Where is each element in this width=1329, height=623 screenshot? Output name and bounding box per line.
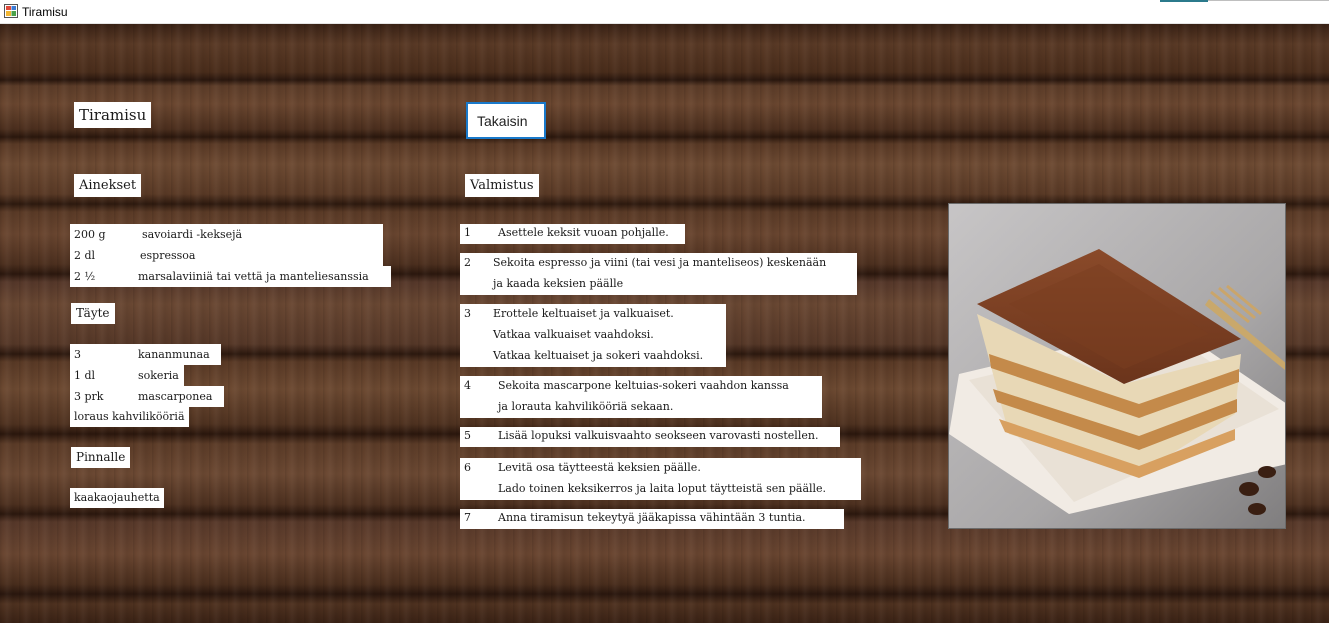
method-step: 6 Levitä osa täytteestä keksien päälle. … [460, 458, 861, 500]
ingredient-name: mascarponea [138, 390, 213, 403]
list-item: 2 dl espressoa [70, 245, 200, 266]
step-text: Vatkaa keltuaiset ja sokeri vaahdoksi. [493, 349, 704, 362]
step-text: Vatkaa valkuaiset vaahdoksi. [493, 328, 654, 341]
base-ingredients-list: 200 g savoiardi -keksejä 2 dl espressoa … [70, 224, 391, 287]
ingredient-qty: 3 [74, 348, 81, 361]
filling-heading: Täyte [71, 303, 115, 324]
step-text: Lisää lopuksi valkuisvaahto seokseen var… [498, 429, 819, 442]
method-heading: Valmistus [465, 174, 539, 197]
window-title: Tiramisu [22, 5, 68, 19]
ingredient-qty: 2 dl [74, 249, 96, 262]
step-number: 7 [464, 511, 471, 524]
step-number: 1 [464, 226, 471, 239]
list-item: 2 ½ marsalaviiniä tai vettä ja mantelies… [70, 266, 391, 287]
step-text: Sekoita mascarpone keltuias-sokeri vaahd… [498, 379, 789, 392]
method-step: 4 Sekoita mascarpone keltuias-sokeri vaa… [460, 376, 822, 418]
page-title: Tiramisu [74, 102, 152, 128]
titlebar-accent [1160, 0, 1208, 2]
method-step: 1 Asettele keksit vuoan pohjalle. [460, 224, 685, 244]
form-icon [4, 4, 18, 18]
tiramisu-image [949, 204, 1285, 528]
method-step: 2 Sekoita espresso ja viini (tai vesi ja… [460, 253, 857, 295]
step-text: Lado toinen keksikerros ja laita loput t… [498, 482, 827, 495]
ingredient-name: sokeria [138, 369, 179, 382]
topping-heading: Pinnalle [71, 447, 131, 468]
filling-extra: loraus kahvilikööriä [70, 407, 189, 427]
step-text: Erottele keltuaiset ja valkuaiset. [493, 307, 674, 320]
tiramisu-photo [948, 203, 1286, 529]
step-text: ja kaada keksien päälle [493, 277, 624, 290]
step-text: Levitä osa täytteestä keksien päälle. [498, 461, 701, 474]
topping-item: kaakaojauhetta [70, 488, 164, 508]
filling-ingredients-list: 3 kananmunaa 1 dl sokeria 3 prk mascarpo… [70, 344, 230, 407]
step-number: 2 [464, 256, 471, 269]
step-number: 5 [464, 429, 471, 442]
step-text: Sekoita espresso ja viini (tai vesi ja m… [493, 256, 827, 269]
ingredient-qty: 200 g [74, 228, 106, 241]
window-titlebar: Tiramisu [0, 0, 1329, 24]
step-text: Asettele keksit vuoan pohjalle. [498, 226, 669, 239]
ingredient-qty: 2 ½ [74, 270, 96, 283]
method-step: 5 Lisää lopuksi valkuisvaahto seokseen v… [460, 427, 840, 447]
back-button[interactable]: Takaisin [466, 102, 546, 139]
step-number: 4 [464, 379, 471, 392]
method-step: 3 Erottele keltuaiset ja valkuaiset. Vat… [460, 304, 726, 367]
ingredient-name: kananmunaa [138, 348, 210, 361]
list-item: 3 prk mascarponea [70, 386, 224, 407]
ingredient-name: marsalaviiniä tai vettä ja manteliesanss… [138, 270, 369, 283]
step-number: 6 [464, 461, 471, 474]
list-item: 3 kananmunaa [70, 344, 221, 365]
step-text: ja lorauta kahvilikööriä sekaan. [498, 400, 674, 413]
ingredient-name: savoiardi -keksejä [142, 228, 243, 241]
ingredient-qty: 3 prk [74, 390, 104, 403]
ingredient-qty: 1 dl [74, 369, 96, 382]
ingredient-name: espressoa [140, 249, 196, 262]
titlebar-line [1208, 0, 1329, 1]
method-step: 7 Anna tiramisun tekeytyä jääkapissa väh… [460, 509, 844, 529]
ingredients-heading: Ainekset [74, 174, 142, 197]
list-item: 200 g savoiardi -keksejä [70, 224, 257, 245]
list-item: 1 dl sokeria [70, 365, 184, 386]
step-text: Anna tiramisun tekeytyä jääkapissa vähin… [498, 511, 806, 524]
step-number: 3 [464, 307, 471, 320]
